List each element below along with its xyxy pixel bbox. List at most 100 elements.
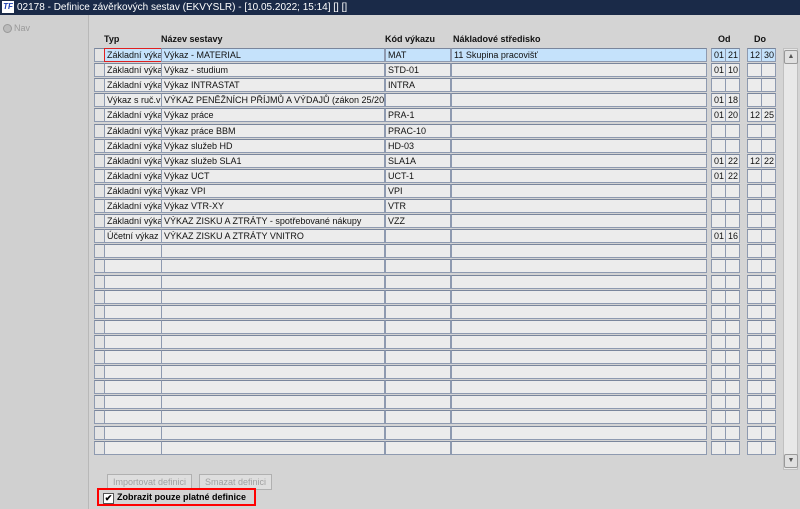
cell-name[interactable]: Výkaz práce BBM xyxy=(161,123,385,138)
cell-center[interactable] xyxy=(451,78,707,93)
cell-do-1[interactable] xyxy=(761,138,776,153)
cell-do-0[interactable] xyxy=(747,199,762,213)
cell-name[interactable] xyxy=(161,274,385,289)
cell-od-1[interactable] xyxy=(725,410,740,425)
cell-typ[interactable]: Výkaz s ruč.v xyxy=(104,93,162,108)
cell-do-1[interactable] xyxy=(761,440,776,455)
cell-code[interactable] xyxy=(385,244,451,259)
cell-do-1[interactable] xyxy=(761,123,776,138)
cell-code[interactable] xyxy=(385,365,451,380)
cell-do-1[interactable] xyxy=(761,380,776,395)
cell-name[interactable] xyxy=(161,259,385,274)
cell-name[interactable] xyxy=(161,304,385,319)
cell-od-1[interactable] xyxy=(725,259,740,274)
cell-name[interactable]: Výkaz služeb HD xyxy=(161,138,385,153)
cell-do-1[interactable] xyxy=(761,168,776,183)
cell-do-0[interactable] xyxy=(747,274,762,289)
cell-name[interactable] xyxy=(161,350,385,364)
cell-center[interactable] xyxy=(451,425,707,440)
cell-code[interactable] xyxy=(385,440,451,455)
cell-od-1[interactable] xyxy=(725,289,740,304)
cell-do-1[interactable] xyxy=(761,350,776,364)
cell-center[interactable]: 11 Skupina pracovišť xyxy=(451,48,707,62)
cell-code[interactable]: VTR xyxy=(385,199,451,213)
cell-typ[interactable]: Základní výka xyxy=(104,108,162,123)
cell-code[interactable]: UCT-1 xyxy=(385,168,451,183)
cell-typ[interactable]: Základní výka xyxy=(104,123,162,138)
cell-do-1[interactable] xyxy=(761,93,776,108)
cell-od-0[interactable] xyxy=(711,199,726,213)
cell-code[interactable]: PRAC-10 xyxy=(385,123,451,138)
cell-do-1[interactable] xyxy=(761,319,776,334)
cell-od-0[interactable] xyxy=(711,123,726,138)
cell-typ[interactable] xyxy=(104,334,162,349)
cell-od-1[interactable] xyxy=(725,199,740,213)
cell-od-0[interactable] xyxy=(711,259,726,274)
cell-typ[interactable] xyxy=(104,365,162,380)
cell-do-1[interactable]: 22 xyxy=(761,153,776,168)
cell-do-1[interactable] xyxy=(761,78,776,93)
cell-do-1[interactable] xyxy=(761,63,776,78)
cell-center[interactable] xyxy=(451,334,707,349)
cell-typ[interactable]: Základní výka xyxy=(104,199,162,213)
cell-od-1[interactable] xyxy=(725,440,740,455)
cell-name[interactable] xyxy=(161,319,385,334)
cell-typ[interactable] xyxy=(104,395,162,410)
cell-od-0[interactable] xyxy=(711,319,726,334)
cell-center[interactable] xyxy=(451,319,707,334)
cell-typ[interactable] xyxy=(104,304,162,319)
cell-do-0[interactable] xyxy=(747,183,762,198)
cell-code[interactable] xyxy=(385,410,451,425)
cell-typ[interactable] xyxy=(104,274,162,289)
cell-od-1[interactable]: 22 xyxy=(725,168,740,183)
cell-do-0[interactable] xyxy=(747,319,762,334)
cell-typ[interactable]: Základní výka xyxy=(104,214,162,229)
cell-do-0[interactable] xyxy=(747,93,762,108)
cell-center[interactable] xyxy=(451,93,707,108)
cell-od-1[interactable] xyxy=(725,274,740,289)
cell-center[interactable] xyxy=(451,410,707,425)
cell-do-1[interactable] xyxy=(761,259,776,274)
cell-center[interactable] xyxy=(451,199,707,213)
cell-od-1[interactable] xyxy=(725,319,740,334)
cell-center[interactable] xyxy=(451,289,707,304)
cell-do-0[interactable] xyxy=(747,78,762,93)
cell-code[interactable]: SLA1A xyxy=(385,153,451,168)
cell-typ[interactable]: Základní výka xyxy=(104,63,162,78)
cell-do-1[interactable] xyxy=(761,304,776,319)
cell-name[interactable]: VÝKAZ ZISKU A ZTRÁTY VNITRO xyxy=(161,229,385,244)
cell-typ[interactable] xyxy=(104,259,162,274)
cell-name[interactable]: Výkaz UCT xyxy=(161,168,385,183)
cell-center[interactable] xyxy=(451,365,707,380)
cell-do-1[interactable] xyxy=(761,183,776,198)
cell-code[interactable] xyxy=(385,319,451,334)
cell-do-0[interactable] xyxy=(747,63,762,78)
cell-name[interactable]: Výkaz VTR-XY xyxy=(161,199,385,213)
cell-do-0[interactable] xyxy=(747,425,762,440)
cell-od-0[interactable] xyxy=(711,183,726,198)
cell-name[interactable] xyxy=(161,410,385,425)
cell-od-0[interactable] xyxy=(711,138,726,153)
cell-code[interactable] xyxy=(385,425,451,440)
cell-code[interactable]: MAT xyxy=(385,48,451,62)
cell-typ[interactable] xyxy=(104,289,162,304)
cell-do-0[interactable]: 12 xyxy=(747,48,762,62)
cell-code[interactable]: VPI xyxy=(385,183,451,198)
cell-code[interactable] xyxy=(385,350,451,364)
cell-do-1[interactable] xyxy=(761,214,776,229)
cell-od-0[interactable] xyxy=(711,425,726,440)
cell-name[interactable] xyxy=(161,380,385,395)
show-valid-only-checkbox[interactable]: ✔ Zobrazit pouze platné definice xyxy=(97,488,256,506)
cell-od-1[interactable] xyxy=(725,350,740,364)
cell-do-1[interactable] xyxy=(761,425,776,440)
cell-typ[interactable]: Základní výka xyxy=(104,153,162,168)
cell-do-1[interactable] xyxy=(761,365,776,380)
cell-code[interactable]: INTRA xyxy=(385,78,451,93)
cell-typ[interactable] xyxy=(104,319,162,334)
cell-od-0[interactable] xyxy=(711,289,726,304)
cell-name[interactable] xyxy=(161,425,385,440)
cell-od-1[interactable]: 20 xyxy=(725,108,740,123)
cell-od-1[interactable] xyxy=(725,244,740,259)
cell-od-0[interactable] xyxy=(711,395,726,410)
cell-typ[interactable]: Účetní výkaz xyxy=(104,229,162,244)
